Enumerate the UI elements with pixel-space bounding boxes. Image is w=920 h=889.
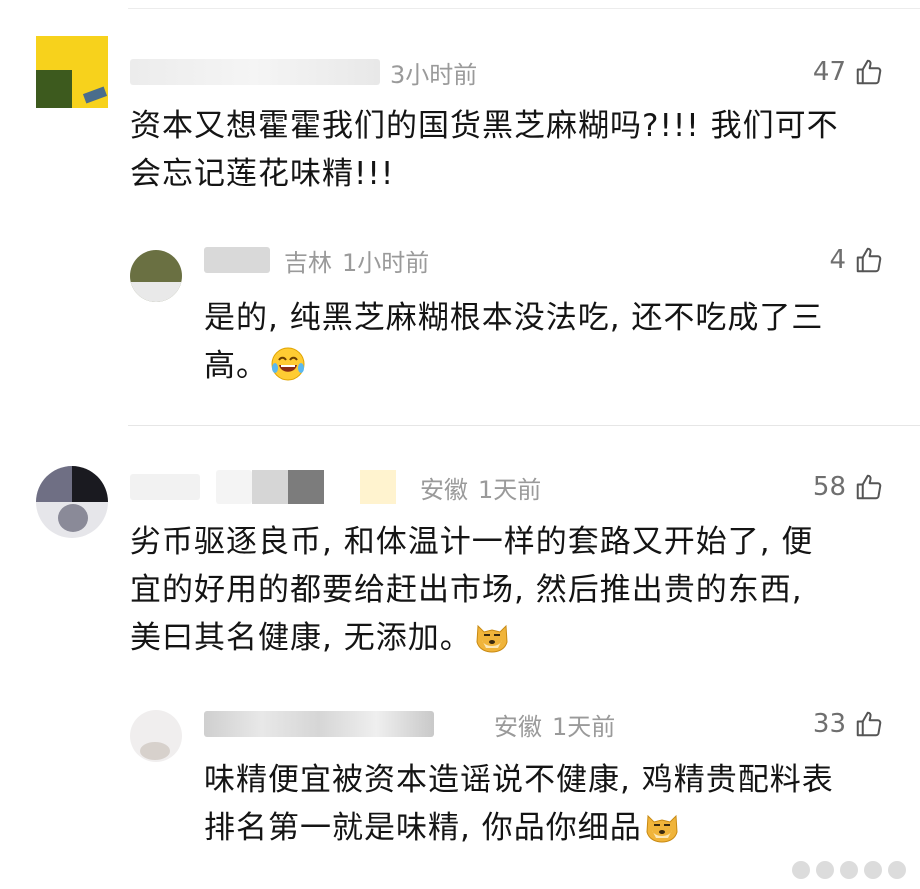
watermark-dot bbox=[888, 861, 906, 879]
like-count: 33 bbox=[812, 709, 846, 739]
username-redacted-part bbox=[288, 470, 324, 504]
username-redacted-part bbox=[252, 470, 288, 504]
like-button[interactable]: 4 bbox=[829, 240, 884, 280]
text-line: 宜的好用的都要给赶出市场, 然后推出贵的东西, bbox=[130, 572, 803, 608]
like-button[interactable]: 33 bbox=[813, 704, 884, 744]
thumbs-up-icon bbox=[856, 59, 882, 85]
doge-emoji bbox=[476, 624, 508, 653]
reply-time: 1天前 bbox=[552, 712, 616, 741]
avatar[interactable] bbox=[36, 466, 108, 538]
like-count: 4 bbox=[829, 245, 846, 275]
reply-location: 安徽 bbox=[494, 712, 542, 741]
avatar[interactable] bbox=[36, 36, 108, 108]
watermark-dot bbox=[792, 861, 810, 879]
comment-meta: 3小时前 bbox=[130, 54, 477, 90]
username-redacted[interactable] bbox=[204, 247, 270, 273]
text-line-content: 排名第一就是味精, 你品你细品 bbox=[204, 810, 642, 846]
thumbs-up-icon bbox=[856, 247, 882, 273]
thumbs-up-icon bbox=[856, 711, 882, 737]
text-line: 资本又想霍霍我们的国货黑芝麻糊吗?!!! 我们可不 bbox=[130, 108, 839, 144]
watermark-dot bbox=[864, 861, 882, 879]
comment-text: 资本又想霍霍我们的国货黑芝麻糊吗?!!! 我们可不 会忘记莲花味精!!! bbox=[130, 102, 839, 198]
text-line: 高。 bbox=[204, 342, 823, 390]
text-line: 是的, 纯黑芝麻糊根本没法吃, 还不吃成了三 bbox=[204, 300, 824, 336]
watermark-dot bbox=[840, 861, 858, 879]
reply-text: 是的, 纯黑芝麻糊根本没法吃, 还不吃成了三 高。 bbox=[204, 294, 823, 390]
text-line-content: 美曰其名健康, 无添加。 bbox=[130, 620, 472, 656]
like-count: 47 bbox=[812, 57, 846, 87]
reply-meta: 安徽 1天前 bbox=[204, 706, 615, 742]
reply-text: 味精便宜被资本造谣说不健康, 鸡精贵配料表 排名第一就是味精, 你品你细品 bbox=[204, 756, 834, 852]
comment-text: 劣币驱逐良币, 和体温计一样的套路又开始了, 便 宜的好用的都要给赶出市场, 然… bbox=[130, 518, 813, 662]
badge-redacted bbox=[360, 470, 396, 504]
text-line-content: 高。 bbox=[204, 348, 268, 384]
comment-time: 1天前 bbox=[478, 475, 542, 504]
text-line: 劣币驱逐良币, 和体温计一样的套路又开始了, 便 bbox=[130, 524, 814, 560]
username-redacted[interactable] bbox=[204, 711, 434, 737]
reply-time: 1小时前 bbox=[342, 248, 430, 277]
text-line: 排名第一就是味精, 你品你细品 bbox=[204, 804, 834, 852]
like-button[interactable]: 58 bbox=[813, 467, 884, 507]
like-count: 58 bbox=[812, 472, 846, 502]
avatar[interactable] bbox=[130, 710, 182, 762]
reply-meta: 吉林 1小时前 bbox=[204, 242, 429, 278]
username-redacted[interactable] bbox=[130, 59, 380, 85]
username-redacted[interactable] bbox=[130, 474, 200, 500]
thumbs-up-icon bbox=[856, 474, 882, 500]
tears-of-joy-emoji bbox=[271, 347, 305, 381]
username-redacted-part bbox=[216, 470, 252, 504]
watermark bbox=[792, 861, 906, 879]
comment-meta: 安徽 1天前 bbox=[130, 469, 541, 505]
watermark-dot bbox=[816, 861, 834, 879]
like-button[interactable]: 47 bbox=[813, 52, 884, 92]
text-line: 会忘记莲花味精!!! bbox=[130, 156, 395, 192]
comment-divider bbox=[128, 425, 920, 426]
comment-time: 3小时前 bbox=[390, 60, 478, 89]
top-divider bbox=[128, 8, 920, 9]
text-line: 味精便宜被资本造谣说不健康, 鸡精贵配料表 bbox=[204, 762, 834, 798]
text-line: 美曰其名健康, 无添加。 bbox=[130, 614, 813, 662]
comment-location: 安徽 bbox=[420, 475, 468, 504]
avatar[interactable] bbox=[130, 250, 182, 302]
doge-emoji bbox=[646, 814, 678, 843]
reply-location: 吉林 bbox=[284, 248, 332, 277]
